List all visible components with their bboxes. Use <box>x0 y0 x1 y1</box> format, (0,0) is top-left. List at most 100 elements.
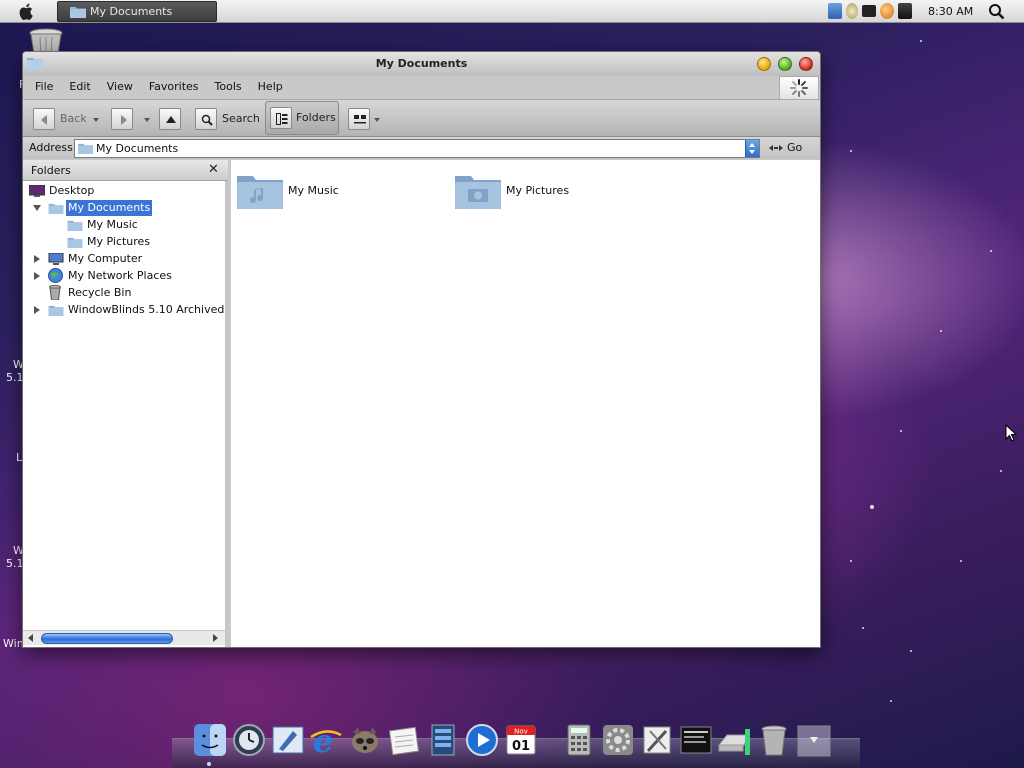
horizontal-scrollbar[interactable] <box>23 630 225 645</box>
drive-icon[interactable] <box>717 723 751 757</box>
tree-item-label: Desktop <box>49 184 95 197</box>
media-player-icon[interactable] <box>426 723 460 757</box>
close-pane-button[interactable]: ✕ <box>208 162 219 177</box>
console-icon[interactable] <box>679 723 713 757</box>
internet-explorer-icon[interactable]: e <box>309 722 343 760</box>
expander-collapsed-icon[interactable] <box>34 255 40 263</box>
minimize-button[interactable] <box>757 57 771 71</box>
scroll-left-icon[interactable] <box>27 634 35 642</box>
calendar-month: Nov <box>514 728 528 736</box>
tree-item-my-music[interactable]: My Music <box>23 217 228 233</box>
volume-icon[interactable] <box>846 3 858 19</box>
address-dropdown-button[interactable] <box>745 140 759 157</box>
folders-button[interactable]: Folders <box>265 101 339 135</box>
back-button[interactable] <box>33 108 55 130</box>
folder-icon <box>78 143 93 154</box>
tree-item-label: My Network Places <box>68 269 172 282</box>
folder-item-my-music[interactable]: My Music <box>236 172 376 212</box>
raccoon-app-icon[interactable] <box>348 723 382 757</box>
window-title: My Documents <box>375 57 468 70</box>
clock[interactable]: 8:30 AM <box>928 0 973 23</box>
notepad-icon[interactable] <box>387 723 421 757</box>
go-button[interactable]: Go <box>769 137 802 159</box>
folder-icon <box>70 7 86 18</box>
spinner-icon <box>790 79 808 97</box>
tree-item-my-computer[interactable]: My Computer <box>23 251 228 267</box>
tree-item-windowblinds[interactable]: WindowBlinds 5.10 Archived by c <box>23 302 228 318</box>
language-icon[interactable] <box>828 3 842 19</box>
mail-icon[interactable] <box>271 723 305 757</box>
folders-label: Folders <box>296 111 336 124</box>
menu-help[interactable]: Help <box>250 76 291 98</box>
folders-pane-header: Folders ✕ <box>23 160 228 181</box>
calculator-icon[interactable] <box>562 723 596 757</box>
folders-pane: Folders ✕ Desktop My Documents My Music … <box>23 160 228 647</box>
folders-pane-icon <box>276 113 288 125</box>
up-folder-button[interactable] <box>159 108 181 130</box>
calendar-icon[interactable]: Nov 01 <box>504 723 538 757</box>
back-dropdown-icon[interactable] <box>93 118 99 122</box>
menu-favorites[interactable]: Favorites <box>141 76 207 98</box>
desktop-icon-label[interactable]: 5.1 <box>6 557 24 570</box>
menu-edit[interactable]: Edit <box>61 76 98 98</box>
search-label[interactable]: Search <box>222 108 260 130</box>
apple-icon[interactable] <box>18 3 36 20</box>
menu-tools[interactable]: Tools <box>207 76 250 98</box>
spotlight-icon[interactable] <box>988 3 1005 20</box>
forward-button[interactable] <box>111 108 133 130</box>
maximize-button[interactable] <box>778 57 792 71</box>
system-tray <box>828 3 912 21</box>
battery-icon[interactable] <box>862 5 876 17</box>
folder-icon <box>48 203 64 214</box>
system-preferences-icon[interactable] <box>601 723 635 757</box>
folder-icon <box>48 305 64 316</box>
views-dropdown-icon[interactable] <box>374 118 380 122</box>
address-value: My Documents <box>96 142 179 155</box>
search-tool-icon[interactable] <box>880 3 894 19</box>
quicktime-icon[interactable] <box>465 723 499 757</box>
desktop-icon-label[interactable]: 5.1 <box>6 371 24 384</box>
close-button[interactable] <box>799 57 813 71</box>
window-titlebar[interactable]: My Documents <box>23 52 820 76</box>
expander-collapsed-icon[interactable] <box>34 306 40 314</box>
back-label[interactable]: Back <box>60 108 87 130</box>
file-list-area[interactable]: My Music My Pictures <box>231 160 820 647</box>
tree-item-my-pictures[interactable]: My Pictures <box>23 234 228 250</box>
folder-label: My Music <box>288 184 339 197</box>
taskbar-window-button[interactable]: My Documents <box>57 1 217 22</box>
views-button[interactable] <box>348 108 370 130</box>
expander-collapsed-icon[interactable] <box>34 272 40 280</box>
folder-item-my-pictures[interactable]: My Pictures <box>454 172 614 212</box>
finder-icon[interactable] <box>193 723 227 757</box>
menu-file[interactable]: File <box>27 76 61 98</box>
computer-icon <box>48 253 64 265</box>
expander-expanded-icon[interactable] <box>33 205 41 211</box>
utility-icon[interactable] <box>640 723 674 757</box>
scroll-right-icon[interactable] <box>211 634 219 642</box>
mouse-cursor-icon <box>1005 424 1017 442</box>
address-label: Address <box>29 141 73 154</box>
tree-item-desktop[interactable]: Desktop <box>23 183 228 199</box>
forward-dropdown-icon[interactable] <box>144 118 150 122</box>
app-tray-icon[interactable] <box>898 3 912 19</box>
window-toolbar: Back Search Folders <box>23 99 820 137</box>
go-label: Go <box>787 141 803 154</box>
menu-view[interactable]: View <box>99 76 141 98</box>
time-machine-icon[interactable] <box>232 723 266 757</box>
trash-icon[interactable] <box>757 723 791 757</box>
tree-item-label: My Documents <box>66 200 153 216</box>
desktop-icon-label[interactable]: Win <box>3 637 24 650</box>
tree-item-my-documents[interactable]: My Documents <box>23 200 228 216</box>
tree-item-recycle-bin[interactable]: Recycle Bin <box>23 285 228 301</box>
address-bar: Address My Documents Go <box>23 137 820 159</box>
tree-item-label: Recycle Bin <box>68 286 132 299</box>
stack-icon[interactable] <box>797 723 831 757</box>
address-input[interactable]: My Documents <box>74 139 760 158</box>
scrollbar-thumb[interactable] <box>41 633 173 644</box>
globe-icon <box>48 268 63 283</box>
search-button[interactable] <box>195 108 217 130</box>
folders-toggle[interactable] <box>270 107 292 129</box>
tree-item-my-network-places[interactable]: My Network Places <box>23 268 228 284</box>
running-indicator <box>207 762 211 766</box>
music-folder-icon <box>67 220 83 231</box>
